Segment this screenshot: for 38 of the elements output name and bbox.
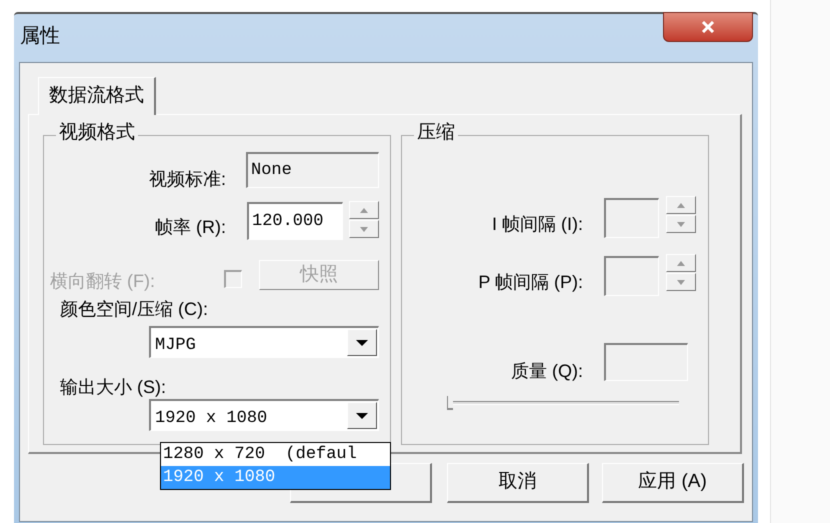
down-arrow-icon <box>360 226 368 232</box>
window-title: 属性 <box>20 26 60 46</box>
down-arrow-icon <box>677 222 685 226</box>
caret-icon <box>356 340 368 346</box>
spin-up-button[interactable] <box>666 196 696 214</box>
dropdown-option[interactable]: 1280 x 720 (defaul <box>161 443 390 466</box>
field-label: 颜色空间/压缩 (C): <box>60 300 208 318</box>
close-button[interactable] <box>663 12 753 42</box>
field-label: 质量 (Q): <box>511 362 583 380</box>
cancel-button[interactable]: 取消 <box>447 463 589 503</box>
caret-icon <box>356 412 368 418</box>
combo-value: MJPG <box>155 335 196 357</box>
field-label: 视频标准: <box>148 170 226 188</box>
field-label: I 帧间隔 (I): <box>492 215 583 233</box>
spin-up-button[interactable] <box>666 254 696 272</box>
down-arrow-icon <box>677 280 685 284</box>
frame-rate-field[interactable]: 120.000 <box>247 202 343 240</box>
tab[interactable]: 数据流格式 <box>38 77 156 115</box>
up-arrow-icon <box>360 208 368 212</box>
field-label: P 帧间隔 (P): <box>478 273 583 291</box>
group-title: 视频格式 <box>56 123 138 142</box>
field-label: 横向翻转 (F): <box>50 272 155 290</box>
spin-down-button[interactable] <box>666 215 696 233</box>
spin-up-button[interactable] <box>349 201 379 219</box>
up-arrow-icon <box>677 260 685 266</box>
close-icon <box>701 21 715 33</box>
field-label: 帧率 (R): <box>155 218 226 236</box>
field-label: 输出大小 (S): <box>60 378 166 396</box>
color-space-dropdown[interactable]: MJPG <box>149 326 379 358</box>
dropdown-button[interactable] <box>347 329 377 356</box>
apply-button[interactable]: 应用 (A) <box>602 463 744 503</box>
combo-value: 1920 x 1080 <box>155 408 268 430</box>
up-arrow-icon <box>677 202 685 208</box>
spin-down-button[interactable] <box>666 273 696 291</box>
group-title: 压缩 <box>414 123 458 142</box>
spin-down-button[interactable] <box>349 220 379 238</box>
dropdown-button[interactable] <box>347 402 377 429</box>
output-size-dropdown[interactable]: 1920 x 1080 <box>149 399 379 431</box>
